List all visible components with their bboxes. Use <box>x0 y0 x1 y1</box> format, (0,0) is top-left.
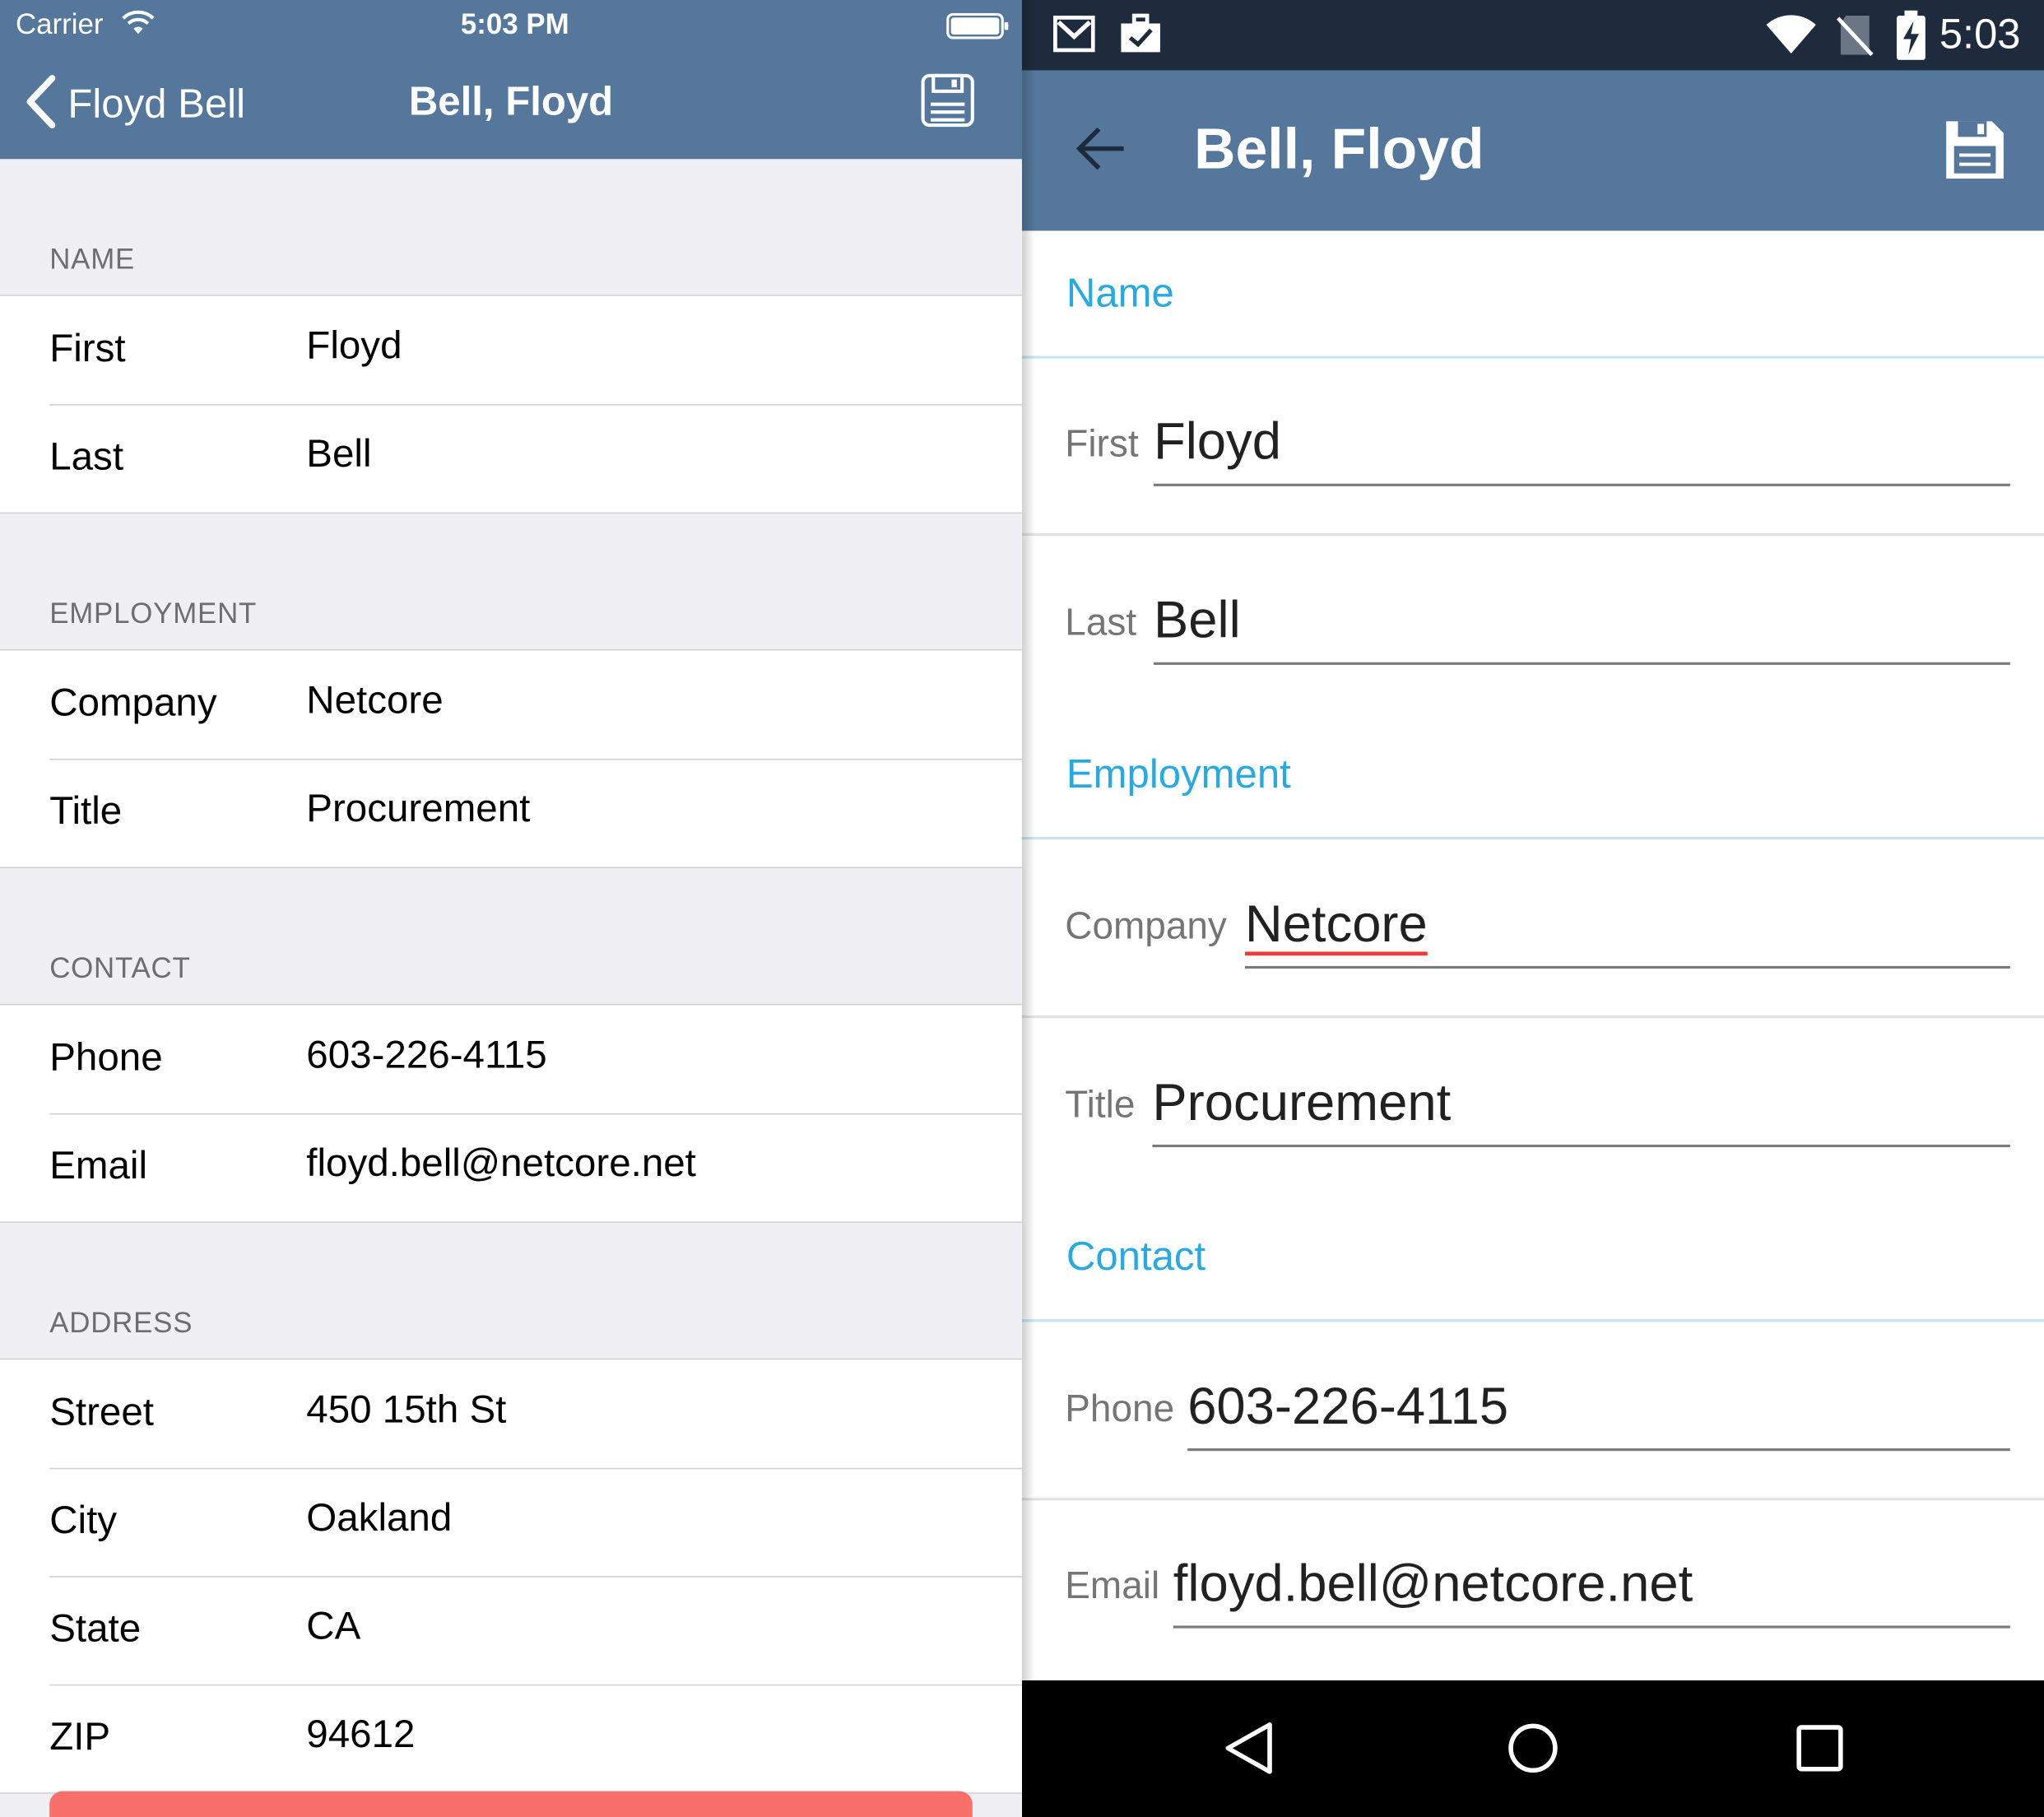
state-field[interactable]: CA <box>306 1605 360 1649</box>
form-row-city: City Oakland <box>0 1467 1023 1576</box>
form-row-state: State CA <box>0 1576 1023 1684</box>
company-field[interactable]: Netcore <box>1244 890 2010 969</box>
field-label: Phone <box>49 1036 163 1080</box>
form-row-email: Email floyd.bell@netcore.net <box>1022 1498 2044 1675</box>
section-header-address: ADDRESS <box>49 1306 193 1339</box>
section-contact: Phone 603-226-4115 Email floyd.bell@netc… <box>0 1003 1023 1223</box>
form-row-company: Company Netcore <box>1022 839 2044 1019</box>
wifi-icon <box>1765 13 1817 62</box>
field-label: State <box>49 1607 142 1651</box>
company-field[interactable]: Netcore <box>306 679 443 723</box>
form-row-phone: Phone 603-226-4115 <box>0 1005 1022 1113</box>
delete-button[interactable] <box>49 1791 973 1817</box>
form-row-phone: Phone 603-226-4115 <box>1022 1321 2044 1501</box>
section-header-contact: CONTACT <box>49 951 191 985</box>
field-label: Last <box>49 435 124 479</box>
form-row-first: First Floyd <box>0 296 1022 404</box>
field-label: ZIP <box>49 1715 111 1759</box>
field-label: Street <box>49 1391 155 1434</box>
form-row-company: Company Netcore <box>0 651 1022 759</box>
first-name-field[interactable]: Floyd <box>1154 408 2010 486</box>
form-row-title: Title Procurement <box>0 758 1023 867</box>
nav-recents-icon[interactable] <box>1791 1720 1849 1784</box>
email-field[interactable]: floyd.bell@netcore.net <box>1173 1550 2010 1629</box>
email-field[interactable]: floyd.bell@netcore.net <box>306 1142 696 1187</box>
android-navigation-bar <box>1022 1680 2044 1817</box>
field-label: Email <box>49 1144 148 1188</box>
form-row-zip: ZIP 94612 <box>0 1684 1023 1792</box>
save-icon[interactable] <box>1942 118 2007 189</box>
form-row-first: First Floyd <box>1022 356 2044 537</box>
field-label: Title <box>49 790 123 834</box>
field-label: Last <box>1065 602 1137 644</box>
field-label: Company <box>1065 906 1227 948</box>
section-address: Street 450 15th St City Oakland State CA… <box>0 1358 1023 1794</box>
status-time: 5:03 <box>1939 10 2021 58</box>
form-row-email: Email floyd.bell@netcore.net <box>0 1113 1023 1221</box>
field-label: First <box>1065 423 1139 466</box>
form-row-last: Last Bell <box>0 404 1023 512</box>
section-header-name: NAME <box>49 242 136 276</box>
phone-field[interactable]: 603-226-4115 <box>1187 1373 2010 1452</box>
field-label: Email <box>1065 1565 1160 1608</box>
ios-navigation-bar: Carrier 5:03 PM Floyd Bell Bell, Floyd <box>0 0 1023 160</box>
back-arrow-icon[interactable] <box>1074 125 1126 179</box>
section-header-contact: Contact <box>1022 1194 2044 1322</box>
zip-field[interactable]: 94612 <box>306 1713 415 1758</box>
briefcase-notification-icon <box>1118 13 1163 62</box>
android-screen: 5:03 Bell, Floyd Name First Floyd Last B… <box>1022 0 2044 1817</box>
city-field[interactable]: Oakland <box>306 1497 452 1541</box>
section-header-employment: Employment <box>1022 712 2044 840</box>
android-status-bar: 5:03 <box>1022 0 2044 71</box>
panel-divider-shadow <box>1022 0 1035 1817</box>
form-row-last: Last Bell <box>1022 535 2044 712</box>
last-name-field[interactable]: Bell <box>1154 587 2010 665</box>
status-time: 5:03 PM <box>460 7 569 41</box>
form-row-title: Title Procurement <box>1022 1017 2044 1194</box>
page-title: Bell, Floyd <box>1194 117 1484 182</box>
field-label: City <box>49 1499 118 1543</box>
phone-field[interactable]: 603-226-4115 <box>306 1034 546 1078</box>
field-label: First <box>49 327 126 370</box>
section-name: First Floyd Last Bell <box>0 295 1023 514</box>
first-name-field[interactable]: Floyd <box>306 324 402 369</box>
battery-icon <box>946 12 1009 46</box>
page-title: Bell, Floyd <box>408 78 614 124</box>
section-header-name: Name <box>1022 230 2044 359</box>
gmail-icon <box>1053 16 1095 58</box>
last-name-field[interactable]: Bell <box>306 433 371 477</box>
battery-charging-icon <box>1895 10 1926 67</box>
title-field[interactable]: Procurement <box>306 788 530 832</box>
section-header-employment: EMPLOYMENT <box>49 597 258 630</box>
field-label: Company <box>49 681 217 725</box>
field-label: Title <box>1065 1085 1136 1127</box>
street-field[interactable]: 450 15th St <box>306 1388 506 1433</box>
ios-screen: Carrier 5:03 PM Floyd Bell Bell, Floyd N… <box>0 0 1023 1817</box>
nav-back-icon[interactable] <box>1220 1720 1278 1784</box>
ios-form: NAME First Floyd Last Bell EMPLOYMENT Co… <box>0 159 1023 1794</box>
form-row-street: Street 450 15th St <box>0 1359 1022 1467</box>
no-sim-icon <box>1836 13 1875 64</box>
nav-home-icon[interactable] <box>1504 1720 1562 1784</box>
field-label: Phone <box>1065 1388 1175 1430</box>
title-field[interactable]: Procurement <box>1152 1069 2010 1148</box>
section-employment: Company Netcore Title Procurement <box>0 648 1023 869</box>
save-icon[interactable] <box>920 73 975 134</box>
android-toolbar: Bell, Floyd <box>1022 70 2044 231</box>
